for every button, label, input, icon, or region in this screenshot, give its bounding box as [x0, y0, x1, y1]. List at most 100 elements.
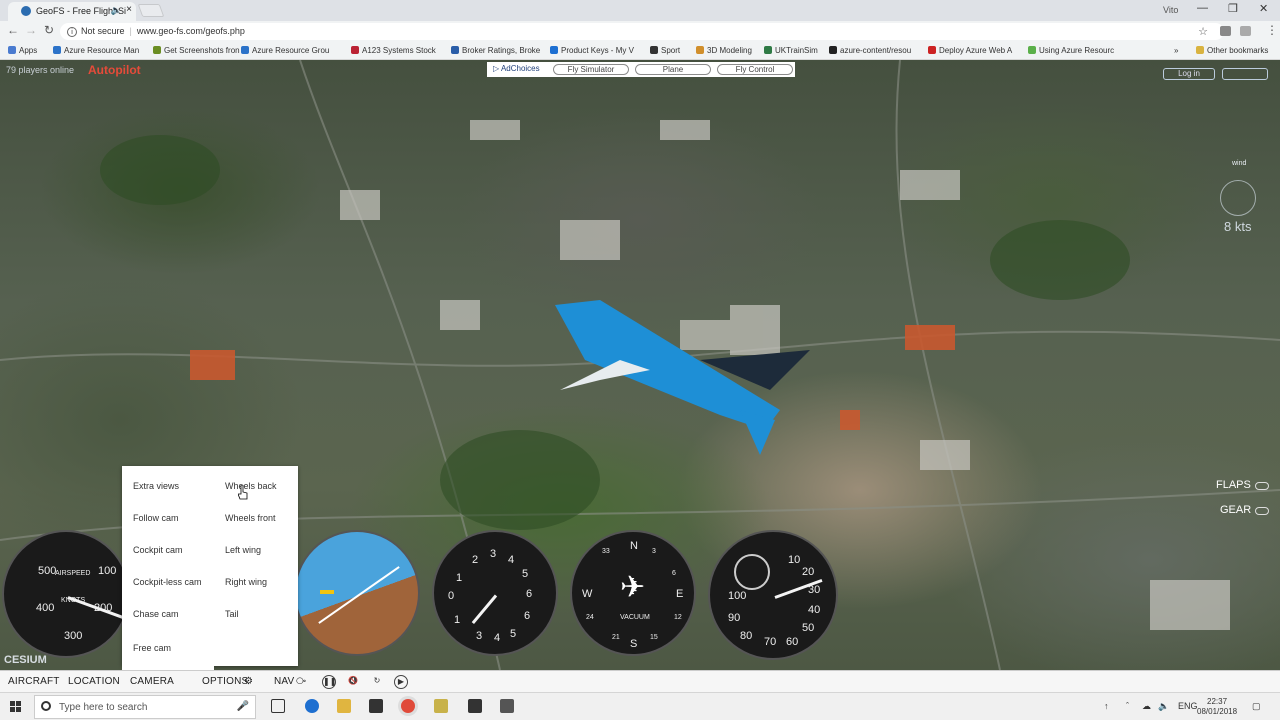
pause-icon[interactable]: ❚❚ [322, 675, 336, 689]
camera-option-follow[interactable]: Follow cam [133, 513, 179, 523]
autopilot-button[interactable]: Autopilot [88, 63, 141, 77]
fly-control-link[interactable]: Fly Control [717, 64, 793, 75]
bookmark-favicon-icon [241, 46, 249, 54]
bookmark-item[interactable]: Get Screenshots fron [153, 46, 240, 55]
forward-arrow-icon[interactable]: → [25, 23, 37, 37]
extension-icon[interactable] [1240, 26, 1251, 36]
camera-option-right-wing[interactable]: Right wing [225, 577, 267, 587]
bookmark-item[interactable]: azure-content/resou [829, 46, 911, 55]
file-explorer-icon[interactable] [337, 699, 351, 713]
play-icon[interactable]: ▶ [394, 675, 408, 689]
camera-option-tail[interactable]: Tail [225, 609, 239, 619]
bookmark-item[interactable]: Using Azure Resourc [1028, 46, 1114, 55]
bookmark-favicon-icon [1028, 46, 1036, 54]
notifications-icon[interactable]: ▢ [1252, 701, 1261, 712]
bookmark-favicon-icon [351, 46, 359, 54]
bookmark-item[interactable]: Product Keys - My V [550, 46, 634, 55]
top-ad-menu: ▷ AdChoices Fly Simulator Plane Fly Cont… [487, 62, 795, 77]
url-text[interactable]: www.geo-fs.com/geofs.php [137, 26, 245, 36]
altimeter-needle [471, 594, 498, 625]
bookmark-item[interactable]: A123 Systems Stock [351, 46, 436, 55]
volume-icon[interactable]: 🔈 [1158, 701, 1169, 712]
camera-option-chase[interactable]: Chase cam [133, 609, 179, 619]
minimize-icon[interactable]: — [1197, 2, 1208, 14]
app-icon[interactable] [434, 699, 448, 713]
flaps-label: FLAPS [1216, 479, 1251, 491]
bookmark-item[interactable]: Apps [8, 46, 37, 55]
app-icon[interactable] [500, 699, 514, 713]
extension-icon[interactable] [1220, 26, 1231, 36]
compass-icon[interactable]: ⧂ [296, 676, 306, 687]
camera-button[interactable]: CAMERA [130, 676, 174, 687]
adchoices-link[interactable]: ▷ AdChoices [493, 64, 553, 75]
flaps-toggle[interactable] [1255, 482, 1269, 490]
bookmark-item[interactable]: 3D Modeling [696, 46, 752, 55]
bookmark-item[interactable]: Azure Resource Man [53, 46, 139, 55]
gear-toggle[interactable] [1255, 507, 1269, 515]
bookmark-item[interactable]: Deploy Azure Web A [928, 46, 1012, 55]
login-button[interactable]: Log in [1163, 68, 1215, 80]
hud-toolbar-icons[interactable] [1222, 68, 1268, 80]
cesium-logo: CESIUM [4, 654, 47, 666]
bookmark-item[interactable]: Broker Ratings, Broke [451, 46, 540, 55]
windows-start-icon[interactable] [10, 701, 21, 712]
camera-option-cockpit[interactable]: Cockpit cam [133, 545, 183, 555]
browser-tab[interactable]: GeoFS - Free Flight Si 🔈 × [8, 2, 136, 21]
security-label: Not secure [81, 26, 125, 36]
info-icon[interactable]: i [67, 27, 77, 37]
plane-link[interactable]: Plane [635, 64, 711, 75]
back-arrow-icon[interactable]: ← [7, 23, 19, 37]
profile-name[interactable]: Vito [1163, 5, 1178, 15]
reload-icon[interactable]: ↻ [44, 23, 54, 37]
bookmark-item[interactable]: Sport [650, 46, 680, 55]
gear-icon[interactable]: ⚙ [244, 676, 253, 687]
mute-icon[interactable]: 🔇 [346, 675, 360, 689]
apps-grid-icon [8, 46, 16, 54]
chrome-icon[interactable] [401, 699, 415, 713]
github-icon [829, 46, 837, 54]
browser-menu-icon[interactable]: ⋮ [1266, 23, 1278, 37]
options-button[interactable]: OPTIONS [202, 676, 248, 687]
camera-option-extra-views[interactable]: Extra views [133, 481, 179, 491]
wind-speed: 8 kts [1224, 219, 1252, 234]
bookmark-item[interactable]: Azure Resource Grou [241, 46, 329, 55]
close-tab-icon[interactable]: × [126, 4, 132, 15]
language-indicator[interactable]: ENG [1178, 701, 1198, 711]
camera-option-left-wing[interactable]: Left wing [225, 545, 261, 555]
camera-option-cockpit-less[interactable]: Cockpit-less cam [133, 577, 202, 587]
url-omnibox[interactable]: i Not secure | www.geo-fs.com/geofs.php ☆ [60, 23, 1224, 40]
flight-sim-viewport[interactable]: 79 players online Autopilot ▷ AdChoices … [0, 60, 1280, 670]
restore-icon[interactable]: ❐ [1228, 2, 1238, 15]
mail-icon[interactable] [468, 699, 482, 713]
search-icon [41, 701, 51, 711]
bookmark-favicon-icon [928, 46, 936, 54]
fly-simulator-link[interactable]: Fly Simulator [553, 64, 629, 75]
bookmark-star-icon[interactable]: ☆ [1198, 25, 1208, 38]
onedrive-icon[interactable]: ☁ [1142, 701, 1151, 712]
windows-taskbar: Type here to search 🎤 ↑ ˆ ☁ 🔈 ENG 22:37 … [0, 692, 1280, 720]
speaker-icon[interactable]: 🔈 [111, 5, 122, 16]
aircraft-button[interactable]: AIRCRAFT [8, 676, 60, 687]
location-button[interactable]: LOCATION [68, 676, 120, 687]
edge-browser-icon[interactable] [305, 699, 319, 713]
wind-compass-icon [1220, 180, 1256, 216]
close-window-icon[interactable]: ✕ [1259, 2, 1268, 15]
new-tab-button[interactable] [137, 4, 165, 17]
more-bookmarks-icon[interactable]: » [1174, 46, 1178, 55]
camera-menu-lower: Free cam [122, 636, 214, 670]
microphone-icon[interactable]: 🎤 [237, 701, 249, 712]
other-bookmarks[interactable]: Other bookmarks [1196, 46, 1268, 55]
camera-option-free[interactable]: Free cam [133, 643, 171, 653]
tray-chevron-icon[interactable]: ˆ [1126, 701, 1129, 711]
bookmark-item[interactable]: UKTrainSim [764, 46, 818, 55]
camera-option-wheels-front[interactable]: Wheels front [225, 513, 276, 523]
taskbar-search-box[interactable]: Type here to search 🎤 [34, 695, 256, 719]
store-icon[interactable] [369, 699, 383, 713]
reset-icon[interactable]: ↻ [370, 675, 384, 689]
taskbar-clock[interactable]: 22:37 08/01/2018 [1197, 697, 1237, 717]
task-view-icon[interactable] [271, 699, 285, 713]
nav-button[interactable]: NAV [274, 676, 294, 687]
plane-symbol-icon: ✈ [620, 571, 646, 604]
network-icon[interactable]: ↑ [1104, 701, 1109, 711]
camera-option-wheels-back[interactable]: Wheels back [225, 481, 277, 491]
